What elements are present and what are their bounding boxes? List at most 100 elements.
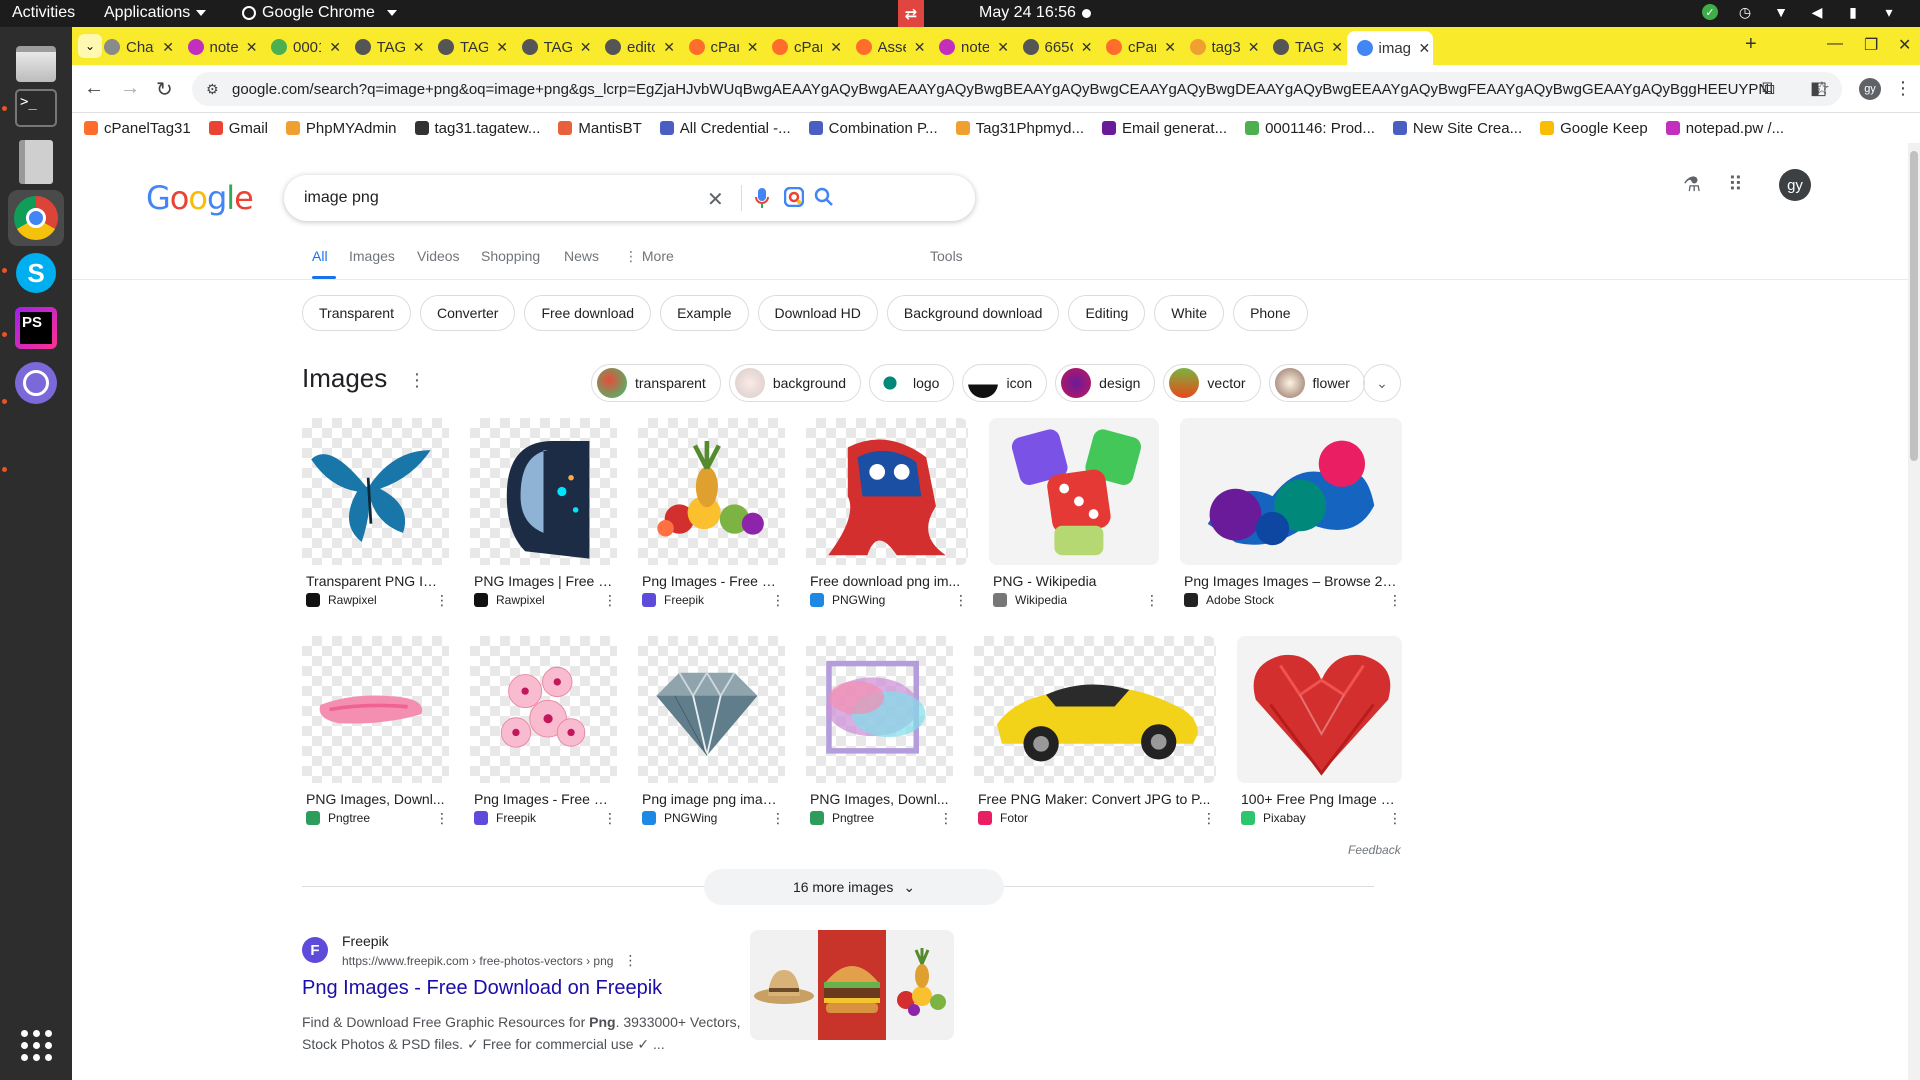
image-result[interactable]: PNG Images, Downl... Pngtree ⋮ (806, 636, 953, 827)
image-result[interactable]: PNG Images, Downl... Pngtree ⋮ (302, 636, 449, 827)
browser-tab[interactable]: imag ✕ (1346, 31, 1433, 65)
image-thumbnail[interactable] (806, 418, 968, 565)
bookmark-item[interactable]: Google Keep (1540, 120, 1648, 137)
image-caption[interactable]: Png image png imag... (638, 791, 785, 807)
close-tab-icon[interactable]: ✕ (1081, 39, 1093, 56)
shield-check-icon[interactable]: ✓ (1702, 4, 1718, 20)
browser-tab[interactable]: cPan ✕ (1096, 33, 1176, 61)
mic-icon[interactable] (754, 187, 770, 214)
bookmark-item[interactable]: 0001146: Prod... (1245, 120, 1375, 137)
filter-chip[interactable]: Background download (886, 295, 1060, 331)
image-caption[interactable]: Free PNG Maker: Convert JPG to P... (974, 791, 1216, 807)
dock-skype[interactable]: S (8, 245, 64, 301)
bookmark-item[interactable]: Email generat... (1102, 120, 1227, 137)
battery-icon[interactable]: ▮ (1844, 3, 1862, 21)
more-vert-icon[interactable]: ⋮ (771, 592, 785, 609)
bookmark-item[interactable]: New Site Crea... (1392, 120, 1522, 137)
page-scrollbar[interactable] (1908, 143, 1920, 1080)
search-box[interactable]: image png ✕ (284, 175, 975, 221)
browser-tab[interactable]: cPan ✕ (762, 33, 842, 61)
refine-chip[interactable]: background (728, 364, 861, 402)
image-source[interactable]: PNGWing ⋮ (806, 592, 968, 608)
browser-tab[interactable]: note ✕ (178, 33, 258, 61)
close-tab-icon[interactable]: ✕ (663, 39, 675, 56)
image-source[interactable]: Freepik ⋮ (470, 810, 617, 826)
image-caption[interactable]: PNG Images, Downl... (302, 791, 449, 807)
image-caption[interactable]: Png Images - Free D... (470, 791, 617, 807)
close-tab-icon[interactable]: ✕ (997, 39, 1009, 56)
bookmark-item[interactable]: tag31.tagatew... (414, 120, 540, 137)
image-thumbnail[interactable] (806, 636, 953, 783)
clock[interactable]: May 24 16:56 (979, 4, 1076, 22)
active-app-menu[interactable]: Google Chrome (242, 4, 397, 22)
bookmark-item[interactable]: notepad.pw /... (1665, 120, 1784, 137)
minimize-button[interactable]: — (1827, 35, 1843, 53)
image-caption[interactable]: PNG Images, Downl... (806, 791, 953, 807)
image-caption[interactable]: Free download png im... (806, 573, 968, 589)
dock-terminal[interactable]: >_ (8, 80, 64, 136)
bookmark-item[interactable]: PhpMYAdmin (285, 120, 397, 137)
browser-tab[interactable]: cPan ✕ (679, 33, 759, 61)
refine-chip[interactable]: icon (962, 364, 1048, 402)
filter-chip[interactable]: Transparent (302, 295, 411, 331)
image-result[interactable]: 100+ Free Png Image & ... Pixabay ⋮ (1237, 636, 1402, 827)
close-tab-icon[interactable]: ✕ (1331, 39, 1343, 56)
image-source[interactable]: Wikipedia ⋮ (989, 592, 1159, 608)
more-vert-icon[interactable]: ⋮ (1388, 810, 1402, 827)
tab-tools[interactable]: Tools (930, 248, 963, 264)
image-result[interactable]: PNG Images | Free P... Rawpixel ⋮ (470, 418, 617, 608)
clear-icon[interactable]: ✕ (707, 187, 724, 212)
tab-more[interactable]: ⋮ More (624, 248, 674, 265)
filter-chip[interactable]: Editing (1068, 295, 1146, 331)
image-result[interactable]: Free PNG Maker: Convert JPG to P... Fotor… (974, 636, 1216, 826)
more-vert-icon[interactable]: ⋮ (1388, 592, 1402, 609)
browser-tab[interactable]: TAG/ ✕ (1263, 33, 1343, 61)
close-tab-icon[interactable]: ✕ (496, 39, 508, 56)
image-thumbnail[interactable] (974, 636, 1216, 783)
forward-button[interactable]: → (120, 77, 140, 100)
result-site-name[interactable]: Freepik (342, 933, 389, 949)
dock-chrome[interactable] (8, 190, 64, 246)
image-source[interactable]: Rawpixel ⋮ (470, 592, 617, 608)
close-tab-icon[interactable]: ✕ (413, 39, 425, 56)
close-window-button[interactable]: ✕ (1898, 35, 1911, 55)
image-source[interactable]: Adobe Stock ⋮ (1180, 592, 1402, 609)
browser-tab[interactable]: Chat ✕ (94, 33, 174, 61)
new-tab-button[interactable]: + (1745, 33, 1757, 56)
refine-chip[interactable]: flower (1268, 364, 1365, 402)
tab-news[interactable]: News (564, 248, 599, 264)
more-vert-icon[interactable]: ⋮ (623, 952, 637, 968)
image-result[interactable]: Transparent PNG Im... Rawpixel ⋮ (302, 418, 449, 608)
bookmark-item[interactable]: Tag31Phpmyd... (955, 120, 1084, 137)
url-text[interactable]: google.com/search?q=image+png&oq=image+p… (232, 81, 1772, 98)
bookmark-item[interactable]: Gmail (208, 120, 268, 137)
image-thumbnail[interactable] (470, 418, 617, 565)
image-thumbnail[interactable] (302, 418, 449, 565)
browser-tab[interactable]: TAG/ ✕ (512, 33, 592, 61)
more-vert-icon[interactable]: ⋮ (771, 810, 785, 827)
image-source[interactable]: PNGWing ⋮ (638, 810, 785, 827)
image-caption[interactable]: 100+ Free Png Image & ... (1237, 791, 1402, 807)
more-vert-icon[interactable]: ⋮ (435, 810, 449, 827)
image-result[interactable]: Png Images - Free D... Freepik ⋮ (470, 636, 617, 826)
more-images-button[interactable]: 16 more images ⌄ (704, 869, 1004, 905)
volume-icon[interactable]: ◀ (1808, 3, 1826, 21)
back-button[interactable]: ← (84, 77, 104, 100)
browser-tab[interactable]: 665C ✕ (1013, 33, 1093, 61)
image-thumbnail[interactable] (638, 636, 785, 783)
timer-icon[interactable]: ◷ (1736, 3, 1754, 21)
labs-flask-icon[interactable]: ⚗ (1683, 172, 1701, 197)
image-caption[interactable]: PNG Images | Free P... (470, 573, 617, 589)
bookmark-item[interactable]: Combination P... (808, 120, 938, 137)
scrollbar-thumb[interactable] (1910, 151, 1918, 461)
browser-tab[interactable]: 0001 ✕ (261, 33, 341, 61)
browser-tab[interactable]: TAG/ ✕ (345, 33, 425, 61)
more-vert-icon[interactable]: ⋮ (939, 810, 953, 827)
close-tab-icon[interactable]: ✕ (1248, 39, 1260, 56)
result-title[interactable]: Png Images - Free Download on Freepik (302, 977, 662, 1000)
show-apps-button[interactable] (8, 1017, 64, 1073)
refine-chip[interactable]: design (1055, 364, 1156, 402)
image-caption[interactable]: Png Images - Free D... (638, 573, 785, 589)
account-avatar[interactable]: gy (1779, 169, 1811, 201)
image-result[interactable]: PNG - Wikipedia Wikipedia ⋮ (989, 418, 1159, 608)
